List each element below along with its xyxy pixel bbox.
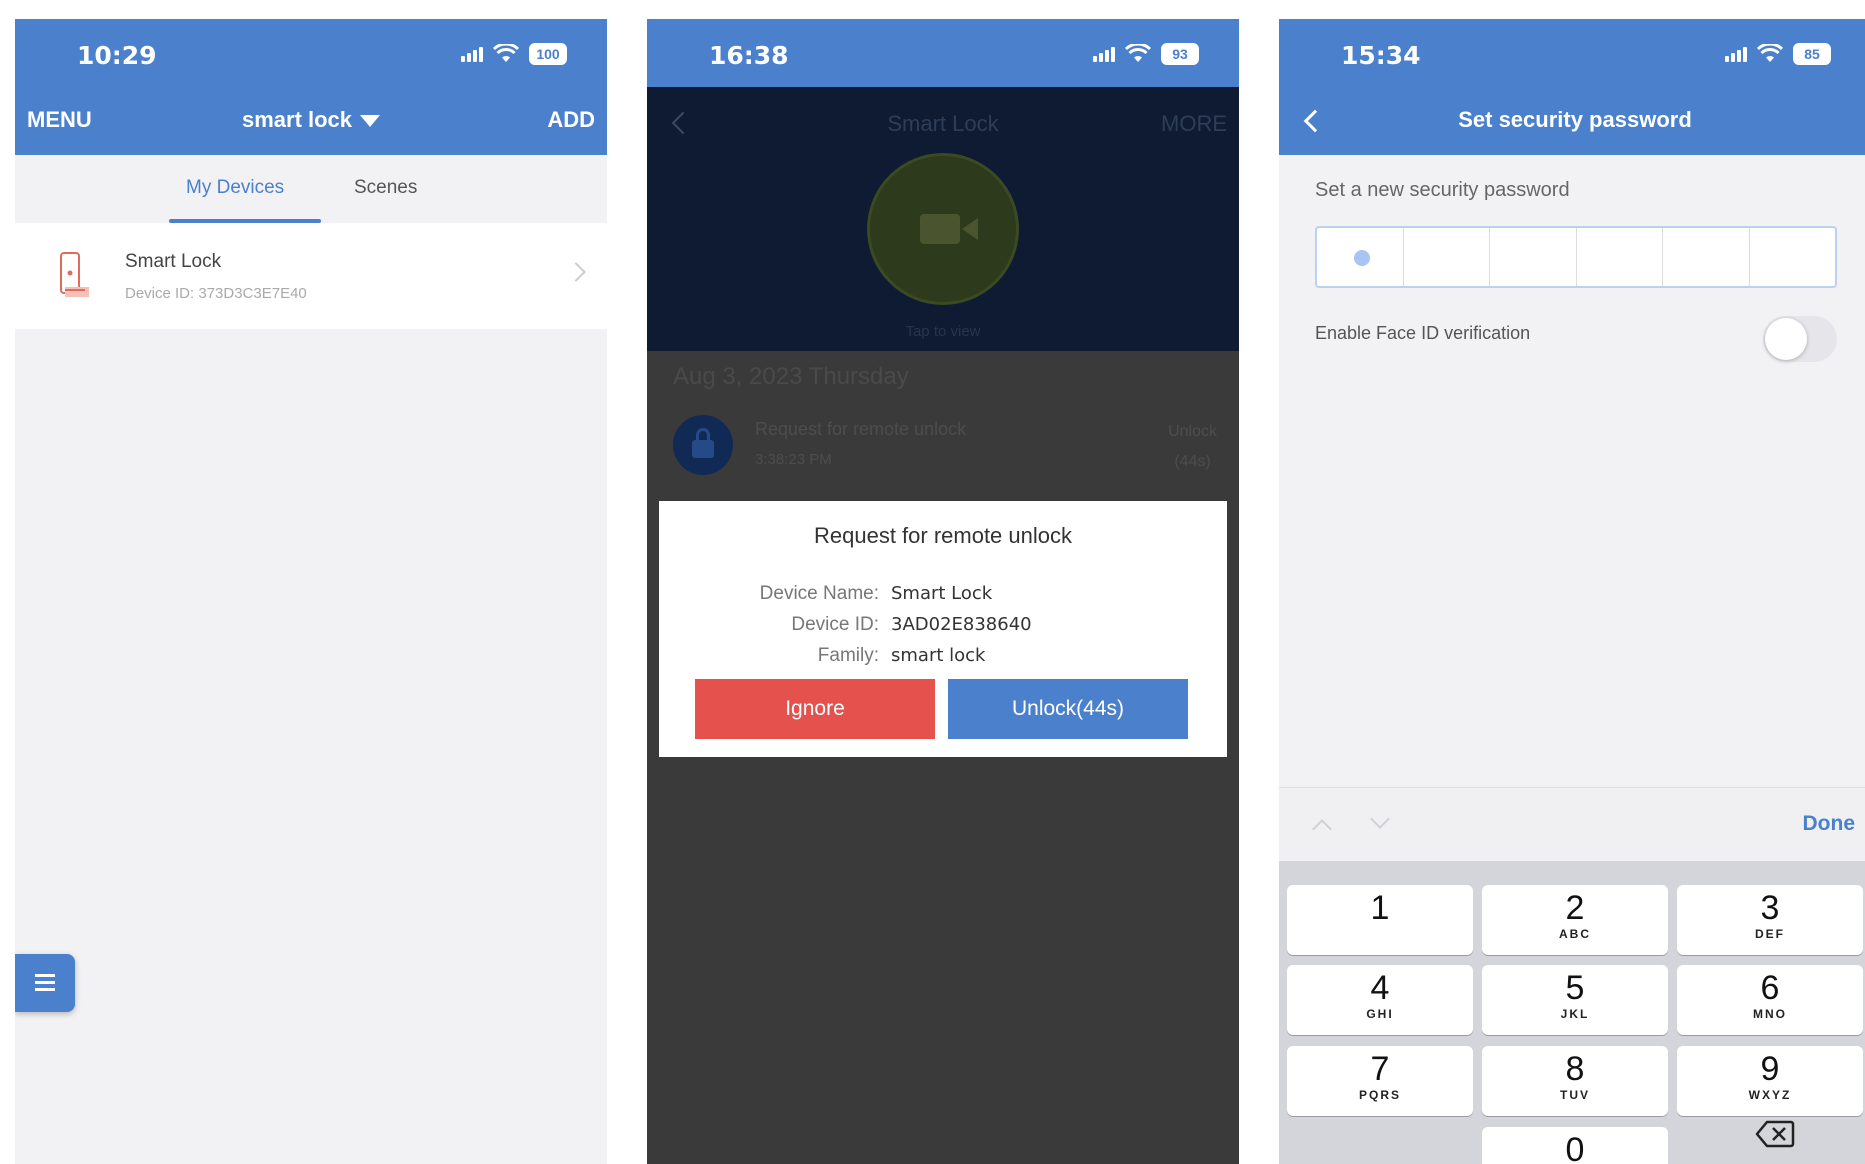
more-button[interactable]: MORE (1161, 111, 1227, 137)
page-title: Set security password (1458, 107, 1692, 132)
detail-value: smart lock (891, 645, 986, 666)
log-title: Request for remote unlock (755, 419, 967, 439)
device-list-item[interactable]: Smart Lock Device ID: 373D3C3E7E40 (15, 223, 607, 329)
keyboard-toolbar: Done (1279, 787, 1865, 861)
done-button[interactable]: Done (1803, 812, 1856, 836)
face-id-label: Enable Face ID verification (1315, 323, 1531, 343)
wifi-icon (1125, 44, 1151, 62)
password-digit (1317, 228, 1404, 286)
key-6[interactable]: 6 MNO (1677, 965, 1863, 1035)
tab-scenes[interactable]: Scenes (354, 177, 417, 199)
status-bar: 16:38 93 (647, 19, 1239, 87)
unlock-button[interactable]: Unlock(44s) (948, 679, 1188, 739)
device-name: Smart Lock (125, 251, 222, 272)
dialog-details: Device Name: Smart Lock Device ID: 3AD02E8… (659, 583, 1227, 676)
password-input[interactable] (1315, 226, 1837, 288)
detail-value: 3AD02E838640 (891, 614, 1032, 635)
key-7[interactable]: 7 PQRS (1287, 1046, 1473, 1116)
previous-field-icon[interactable] (1312, 819, 1332, 839)
password-digit (1490, 228, 1577, 286)
password-digit (1750, 228, 1836, 286)
smart-lock-icon (60, 252, 89, 297)
floating-menu-button[interactable] (15, 954, 75, 1012)
key-9[interactable]: 9 WXYZ (1677, 1046, 1863, 1116)
signal-icon (1725, 46, 1747, 62)
status-bar: 10:29 100 (15, 19, 607, 87)
ignore-button[interactable]: Ignore (695, 679, 935, 739)
lock-icon (673, 415, 733, 475)
detail-label: Device Name: (759, 583, 879, 604)
tab-bar: My Devices Scenes (15, 155, 607, 223)
next-field-icon[interactable] (1370, 809, 1390, 829)
chevron-right-icon (566, 262, 586, 282)
log-status: Unlock (44s) (1168, 423, 1217, 470)
status-time: 16:38 (709, 41, 789, 70)
password-digit (1663, 228, 1750, 286)
tab-my-devices[interactable]: My Devices (186, 177, 284, 199)
password-label: Set a new security password (1315, 179, 1570, 201)
device-id: Device ID: 373D3C3E7E40 (125, 285, 307, 302)
entered-digit-dot (1354, 250, 1370, 266)
wifi-icon (493, 44, 519, 62)
detail-label: Device ID: (791, 614, 879, 635)
log-date: Aug 3, 2023 Thursday (673, 363, 909, 390)
detail-value: Smart Lock (891, 583, 993, 604)
devices-screen: 10:29 100 MENU smart lock ADD My Devices… (15, 19, 607, 1164)
log-time: 3:38:23 PM (755, 451, 832, 468)
key-2[interactable]: 2 ABC (1482, 885, 1668, 955)
video-camera-icon (920, 214, 960, 244)
battery-icon: 85 (1793, 43, 1831, 65)
lock-detail-screen: 16:38 93 Smart Lock MORE Tap to view Aug… (647, 19, 1239, 1164)
key-1[interactable]: 1 (1287, 885, 1473, 955)
signal-icon (1093, 46, 1115, 62)
log-entry: Request for remote unlock 3:38:23 PM Unl… (647, 401, 1239, 501)
top-nav: MENU smart lock ADD (15, 87, 607, 155)
key-4[interactable]: 4 GHI (1287, 965, 1473, 1035)
dropdown-caret-icon (360, 115, 381, 128)
tap-to-view-hint: Tap to view (905, 323, 981, 340)
numeric-keypad: 1 2 ABC 3 DEF 4 GHI 5 JKL 6 MNO 7 PQRS 8 TUV 9W… (1279, 861, 1865, 1164)
signal-icon (461, 46, 483, 62)
face-id-toggle[interactable] (1763, 316, 1837, 362)
key-0[interactable]: 0 (1482, 1127, 1668, 1164)
top-nav: Set security password (1279, 87, 1865, 155)
password-digit (1577, 228, 1663, 286)
add-button[interactable]: ADD (547, 107, 595, 133)
camera-header: Smart Lock MORE Tap to view (647, 87, 1239, 351)
remote-unlock-dialog: Request for remote unlock Device Name: Sm… (659, 501, 1227, 757)
key-8[interactable]: 8 TUV (1482, 1046, 1668, 1116)
page-title: Smart Lock (887, 111, 999, 136)
family-name: smart lock (241, 107, 353, 132)
key-5[interactable]: 5 JKL (1482, 965, 1668, 1035)
family-selector[interactable]: smart lock (15, 107, 607, 133)
password-digit (1404, 228, 1490, 286)
status-time: 15:34 (1341, 41, 1421, 70)
wifi-icon (1757, 44, 1783, 62)
status-bar: 15:34 85 (1279, 19, 1865, 87)
camera-view-button[interactable] (867, 153, 1019, 305)
dialog-title: Request for remote unlock (813, 523, 1073, 548)
battery-icon: 100 (529, 43, 567, 65)
detail-label: Family: (817, 645, 879, 666)
security-password-screen: 15:34 85 Set security password Set a new… (1279, 19, 1865, 1164)
status-time: 10:29 (77, 41, 157, 70)
key-3[interactable]: 3 DEF (1677, 885, 1863, 955)
battery-icon: 93 (1161, 43, 1199, 65)
backspace-icon[interactable] (1755, 1119, 1795, 1149)
